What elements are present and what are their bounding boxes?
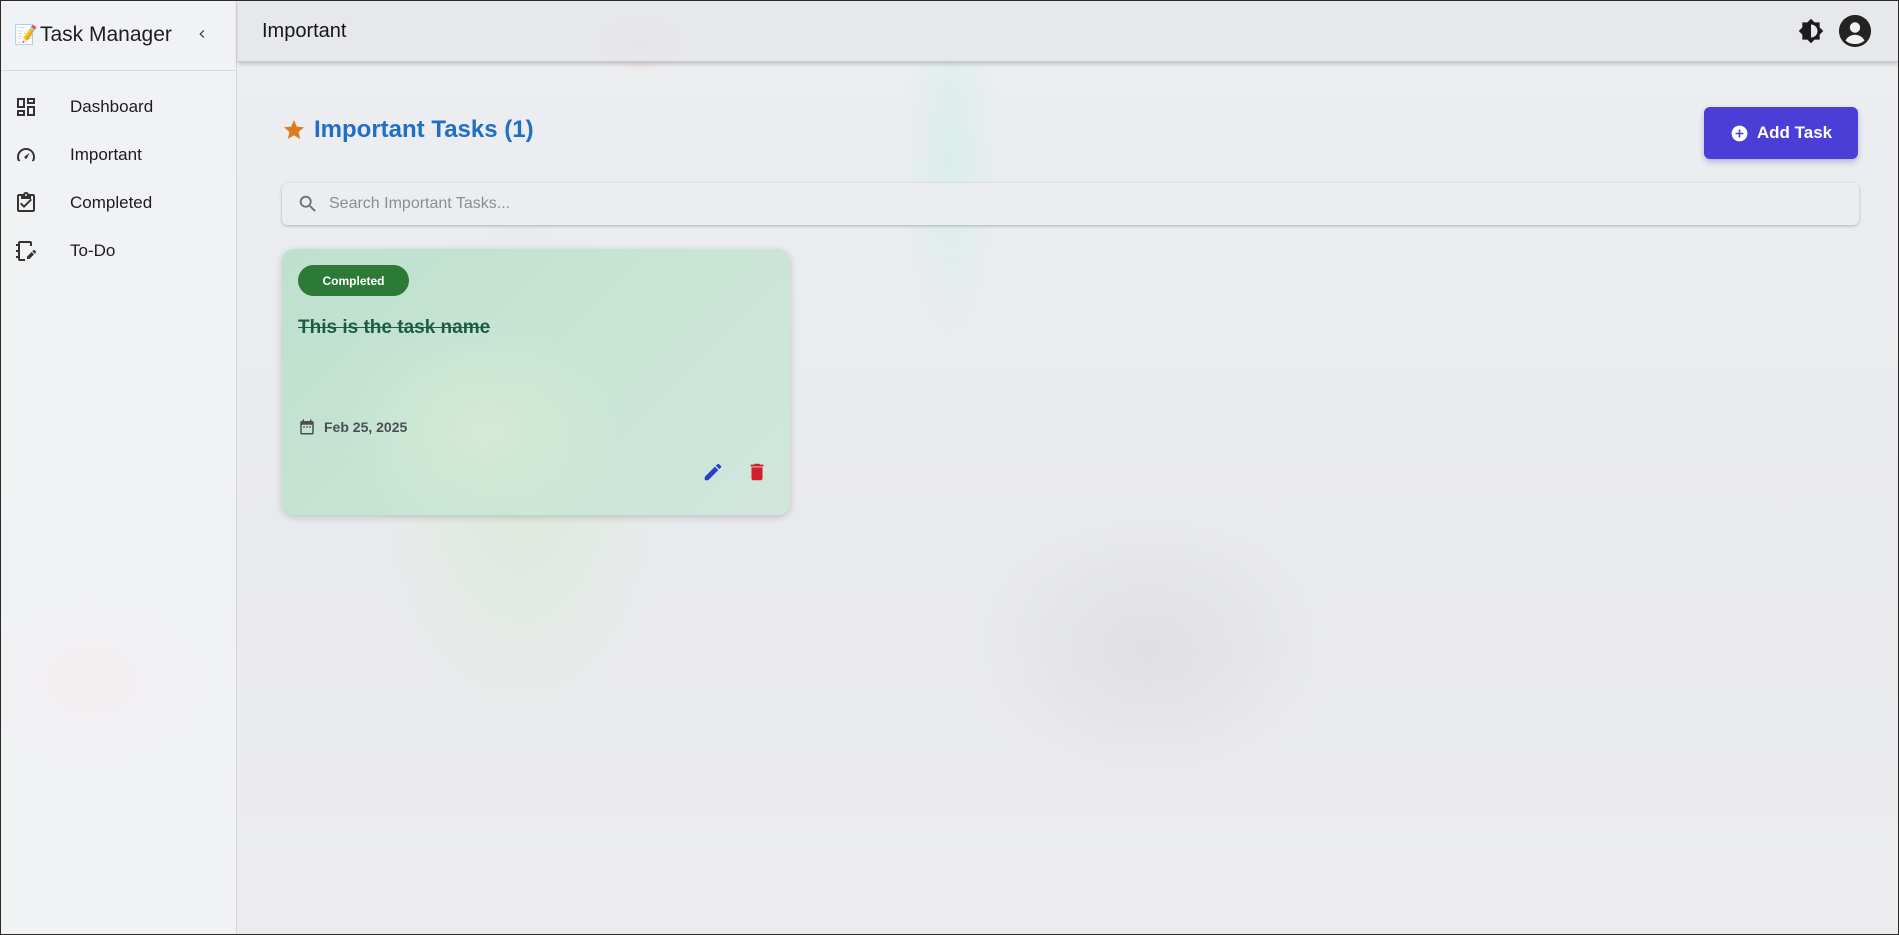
- account-avatar-button[interactable]: [1839, 15, 1871, 47]
- theme-toggle-button[interactable]: [1798, 18, 1824, 44]
- page-heading: Important: [262, 20, 347, 42]
- sidebar-item-label: To-Do: [70, 241, 116, 260]
- page-header: Important Tasks (1): [282, 116, 534, 144]
- status-badge: Completed: [298, 265, 409, 296]
- add-circle-icon: [1731, 125, 1748, 141]
- sidebar-nav: Dashboard Important Completed To-Do: [0, 83, 236, 275]
- sidebar-item-todo[interactable]: To-Do: [0, 227, 236, 275]
- add-task-label: Add Task: [1756, 123, 1833, 142]
- sidebar-item-dashboard[interactable]: Dashboard: [0, 83, 236, 131]
- account-icon: [1839, 15, 1871, 47]
- notebook-edit-icon: [16, 241, 36, 261]
- due-date-text: Feb 25, 2025: [324, 419, 408, 435]
- sidebar-item-completed[interactable]: Completed: [0, 179, 236, 227]
- collapse-sidebar-button[interactable]: [190, 22, 214, 46]
- add-task-button[interactable]: Add Task: [1704, 107, 1858, 159]
- sidebar-item-label: Important: [70, 145, 142, 164]
- task-due-date: Feb 25, 2025: [298, 418, 407, 436]
- task-name: This is the task name: [298, 317, 491, 338]
- search-bar: [282, 183, 1859, 225]
- brightness-icon: [1798, 18, 1824, 44]
- delete-task-button[interactable]: [746, 461, 768, 483]
- search-icon: [299, 195, 316, 212]
- search-input[interactable]: [329, 195, 1829, 213]
- sidebar: 📝 Task Manager Dashboard Important Compl…: [0, 0, 237, 935]
- clipboard-check-icon: [17, 192, 35, 212]
- trash-icon: [750, 463, 764, 481]
- task-card[interactable]: Completed This is the task name Feb 25, …: [282, 249, 790, 515]
- dashboard-icon: [17, 98, 35, 116]
- pencil-icon: [704, 463, 722, 481]
- page-title: Important Tasks (1): [314, 116, 534, 143]
- sidebar-item-label: Completed: [70, 193, 153, 212]
- star-icon: [284, 120, 304, 139]
- sidebar-item-label: Dashboard: [70, 97, 154, 116]
- sidebar-item-important[interactable]: Important: [0, 131, 236, 179]
- edit-task-button[interactable]: [702, 461, 724, 483]
- speedometer-icon: [17, 148, 35, 162]
- app-title: Task Manager: [40, 23, 172, 46]
- top-bar: Important: [238, 0, 1899, 62]
- calendar-icon: [300, 419, 314, 435]
- memo-icon: 📝: [14, 25, 38, 46]
- chevron-left-icon: [199, 30, 205, 38]
